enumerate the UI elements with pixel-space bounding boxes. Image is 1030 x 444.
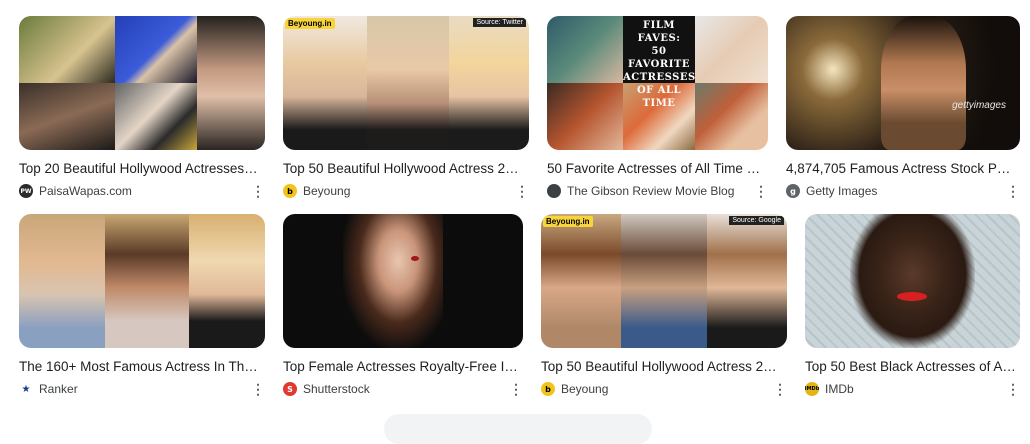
image-result-card[interactable]: Beyoung.in Source: Twitter Top 50 Beauti… xyxy=(283,16,529,200)
source-name: Shutterstock xyxy=(303,382,370,396)
more-vertical-icon[interactable]: ⋮ xyxy=(1006,380,1020,398)
more-results-button[interactable] xyxy=(384,414,652,444)
result-thumbnail[interactable] xyxy=(19,214,265,348)
result-source[interactable]: ★ Ranker ⋮ xyxy=(19,380,265,398)
result-thumbnail[interactable]: Beyoung.in Source: Twitter xyxy=(283,16,529,150)
source-name: PaisaWapas.com xyxy=(39,184,132,198)
beyoung-favicon-icon: b xyxy=(541,382,555,396)
source-name: The Gibson Review Movie Blog xyxy=(567,184,735,198)
result-title[interactable]: The 160+ Most Famous Actress In The W... xyxy=(19,358,265,375)
more-vertical-icon[interactable]: ⋮ xyxy=(515,182,529,200)
image-result-card[interactable]: gettyimages 4,874,705 Famous Actress Sto… xyxy=(786,16,1020,200)
image-result-card[interactable]: FILM FAVES: 50 FAVORITE ACTRESSES OF ALL… xyxy=(547,16,768,200)
result-source[interactable]: b Beyoung ⋮ xyxy=(283,182,529,200)
getty-favicon-icon: g xyxy=(786,184,800,198)
result-title[interactable]: Top 50 Best Black Actresses of All T... xyxy=(805,358,1020,375)
result-thumbnail[interactable]: Beyoung.in Source: Google xyxy=(541,214,787,348)
ranker-favicon-icon: ★ xyxy=(19,382,33,396)
getty-watermark: gettyimages xyxy=(952,100,1006,111)
result-title[interactable]: 4,874,705 Famous Actress Stock Phot... xyxy=(786,160,1020,177)
source-name: Getty Images xyxy=(806,184,878,198)
result-title[interactable]: 50 Favorite Actresses of All Time — ... xyxy=(547,160,768,177)
more-vertical-icon[interactable]: ⋮ xyxy=(251,182,265,200)
result-source[interactable]: The Gibson Review Movie Blog ⋮ xyxy=(547,182,768,200)
thumbnail-overlay-text: FILM FAVES: 50 FAVORITE ACTRESSES OF ALL… xyxy=(623,20,696,109)
source-name: Beyoung xyxy=(303,184,351,198)
source-credit-badge: Source: Twitter xyxy=(473,18,526,27)
result-title[interactable]: Top Female Actresses Royalty-Free Ima... xyxy=(283,358,523,375)
source-name: IMDb xyxy=(825,382,854,396)
result-title[interactable]: Top 50 Beautiful Hollywood Actress 202..… xyxy=(283,160,529,177)
result-thumbnail[interactable] xyxy=(805,214,1020,348)
image-result-card[interactable]: Top 20 Beautiful Hollywood Actresses wi.… xyxy=(19,16,265,200)
image-result-card[interactable]: The 160+ Most Famous Actress In The W...… xyxy=(19,214,265,398)
result-title[interactable]: Top 50 Beautiful Hollywood Actress 202..… xyxy=(541,358,787,375)
source-name: Beyoung xyxy=(561,382,609,396)
shutterstock-favicon-icon: S xyxy=(283,382,297,396)
more-vertical-icon[interactable]: ⋮ xyxy=(251,380,265,398)
more-vertical-icon[interactable]: ⋮ xyxy=(509,380,523,398)
result-title[interactable]: Top 20 Beautiful Hollywood Actresses wi.… xyxy=(19,160,265,177)
result-source[interactable]: S Shutterstock ⋮ xyxy=(283,380,523,398)
result-source[interactable]: IMDb IMDb ⋮ xyxy=(805,380,1020,398)
result-thumbnail[interactable] xyxy=(283,214,523,348)
result-source[interactable]: g Getty Images ⋮ xyxy=(786,182,1020,200)
imdb-favicon-icon: IMDb xyxy=(805,382,819,396)
image-result-card[interactable]: Top 50 Best Black Actresses of All T... … xyxy=(805,214,1020,398)
gibson-review-favicon-icon xyxy=(547,184,561,198)
source-badge: Beyoung.in xyxy=(543,216,593,227)
source-badge: Beyoung.in xyxy=(285,18,335,29)
image-result-card[interactable]: Beyoung.in Source: Google Top 50 Beautif… xyxy=(541,214,787,398)
beyoung-favicon-icon: b xyxy=(283,184,297,198)
result-thumbnail[interactable]: FILM FAVES: 50 FAVORITE ACTRESSES OF ALL… xyxy=(547,16,768,150)
paisawapas-favicon-icon: PW xyxy=(19,184,33,198)
result-thumbnail[interactable] xyxy=(19,16,265,150)
more-vertical-icon[interactable]: ⋮ xyxy=(754,182,768,200)
image-result-card[interactable]: Top Female Actresses Royalty-Free Ima...… xyxy=(283,214,523,398)
source-credit-badge: Source: Google xyxy=(729,216,784,225)
result-source[interactable]: PW PaisaWapas.com ⋮ xyxy=(19,182,265,200)
source-name: Ranker xyxy=(39,382,78,396)
result-thumbnail[interactable]: gettyimages xyxy=(786,16,1020,150)
more-vertical-icon[interactable]: ⋮ xyxy=(773,380,787,398)
more-vertical-icon[interactable]: ⋮ xyxy=(1006,182,1020,200)
result-source[interactable]: b Beyoung ⋮ xyxy=(541,380,787,398)
